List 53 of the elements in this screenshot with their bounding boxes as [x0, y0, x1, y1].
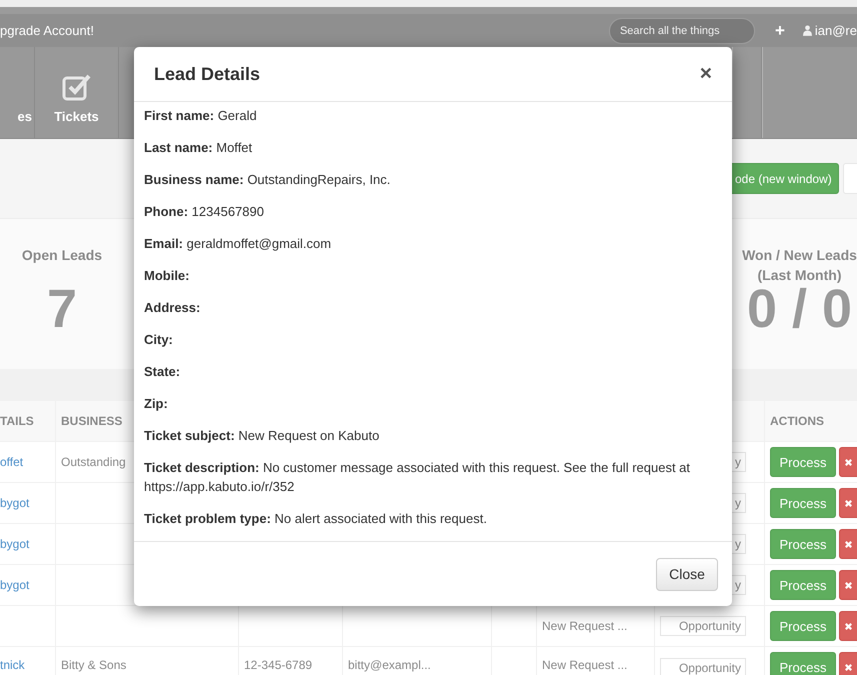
table-cell: Bitty & Sons	[61, 658, 126, 672]
process-button[interactable]: Process	[770, 570, 836, 600]
process-button[interactable]: Process	[770, 611, 836, 641]
delete-icon	[844, 622, 853, 630]
upgrade-link[interactable]: pgrade Account!	[0, 23, 94, 38]
delete-icon	[844, 580, 853, 590]
detail-line: Address:	[144, 299, 202, 317]
detail-line: City:	[144, 331, 174, 349]
nav-tile[interactable]: es	[0, 47, 35, 138]
user-name[interactable]: ian@re	[814, 23, 857, 38]
column-header: BUSINESS	[61, 414, 122, 428]
close-button[interactable]: Close	[656, 558, 718, 590]
type-badge: Opportunity	[660, 616, 746, 636]
lead-link[interactable]: bygot	[0, 537, 30, 551]
lead-link[interactable]: offet	[0, 455, 24, 469]
lead-link[interactable]: tnick	[0, 658, 25, 672]
detail-line: Last name: Moffet	[144, 139, 254, 157]
type-badge: Opportunity	[660, 658, 746, 675]
modal-title: Lead Details	[154, 64, 260, 84]
stat-value: 7	[46, 279, 78, 339]
nav-tile[interactable]: Tickets	[35, 47, 119, 138]
detail-line: Mobile:	[144, 267, 190, 285]
table-cell: New Request ...	[542, 658, 628, 672]
column-header: ACTIONS	[770, 414, 824, 428]
column-header: TAILS	[0, 414, 34, 428]
detail-line: Ticket problem type: No alert associated with this request.	[144, 510, 488, 528]
table-cell: 12-345-6789	[244, 658, 312, 672]
process-button[interactable]: Process	[770, 447, 836, 477]
delete-icon	[844, 458, 853, 466]
table-cell: New Request ...	[542, 619, 628, 633]
delete-icon	[844, 662, 853, 672]
detail-line: First name: Gerald	[144, 107, 258, 125]
user-icon	[802, 25, 812, 36]
process-button[interactable]: Process	[770, 488, 836, 518]
table-cell: bitty@exampl...	[348, 658, 431, 672]
detail-line: Ticket subject: New Request on Kabuto	[144, 427, 380, 445]
stat-title: Open Leads	[22, 246, 102, 265]
checkbox-icon	[62, 73, 92, 101]
table-cell: Outstanding	[61, 455, 126, 469]
lead-link[interactable]: bygot	[0, 578, 30, 592]
process-button[interactable]: Process	[770, 529, 836, 559]
close-icon[interactable]: ×	[700, 62, 712, 86]
search-field[interactable]: Search all the things	[608, 18, 755, 44]
add-button[interactable]: +	[774, 20, 785, 40]
delete-icon	[844, 540, 853, 548]
delete-icon	[844, 498, 853, 508]
detail-line: Phone: 1234567890	[144, 203, 265, 221]
detail-line: Business name: OutstandingRepairs, Inc.	[144, 171, 392, 189]
detail-line: Zip:	[144, 395, 169, 413]
detail-line: Email: geraldmoffet@gmail.com	[144, 235, 332, 253]
detail-line: State:	[144, 363, 182, 381]
process-button[interactable]: Process	[770, 652, 836, 675]
lead-link[interactable]: bygot	[0, 496, 30, 510]
